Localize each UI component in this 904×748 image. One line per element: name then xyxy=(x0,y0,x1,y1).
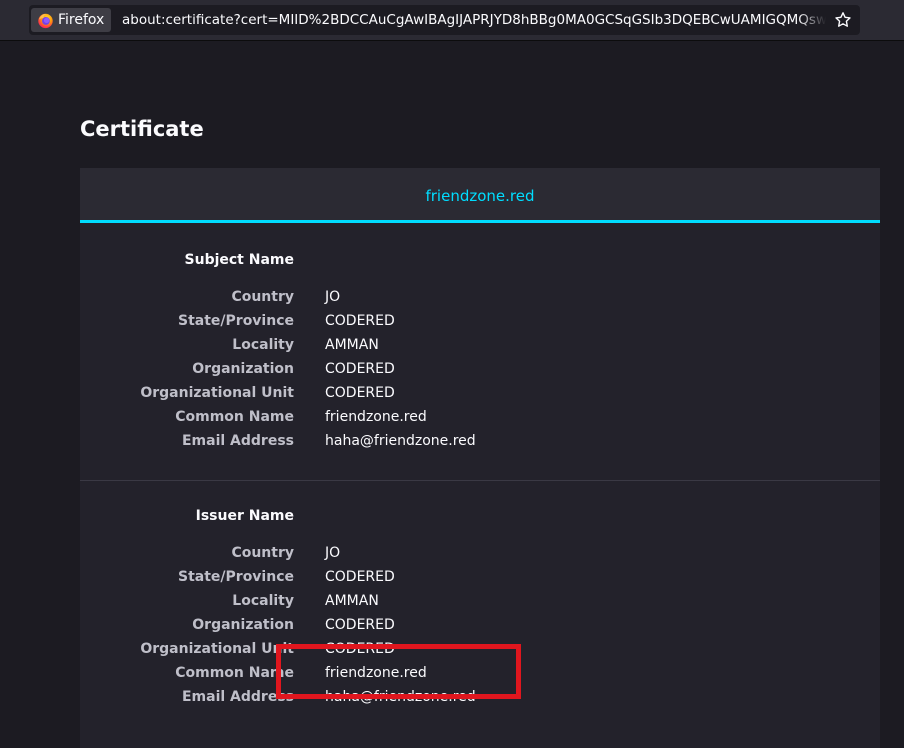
firefox-logo-icon xyxy=(38,13,53,28)
field-value: JO xyxy=(325,545,341,561)
identity-box[interactable]: Firefox xyxy=(31,8,111,32)
field-value: CODERED xyxy=(325,569,395,585)
field-label: Email Address xyxy=(181,433,294,449)
field-label: Organization xyxy=(192,617,294,633)
subject-row-locality: Locality AMMAN xyxy=(80,333,880,357)
field-value: AMMAN xyxy=(325,593,379,609)
field-value: AMMAN xyxy=(325,337,379,353)
subject-name-heading: Subject Name xyxy=(184,252,294,268)
tab-friendzone-red[interactable]: friendzone.red xyxy=(80,168,880,222)
issuer-name-heading: Issuer Name xyxy=(195,508,294,524)
identity-label: Firefox xyxy=(58,12,105,28)
page-title: Certificate xyxy=(80,117,204,141)
field-value: friendzone.red xyxy=(325,409,427,425)
annotation-highlight-box xyxy=(276,644,521,699)
field-label: Locality xyxy=(232,337,294,353)
subject-row-email: Email Address haha@friendzone.red xyxy=(80,429,880,453)
subject-row-organization: Organization CODERED xyxy=(80,357,880,381)
issuer-row-country: Country JO xyxy=(80,541,880,565)
field-label: Email Address xyxy=(181,689,294,705)
field-label: Common Name xyxy=(175,665,294,681)
field-label: Country xyxy=(231,289,294,305)
field-value: haha@friendzone.red xyxy=(325,433,476,449)
field-value: CODERED xyxy=(325,617,395,633)
subject-row-state: State/Province CODERED xyxy=(80,309,880,333)
url-text[interactable]: about:certificate?cert=MIID%2BDCCAuCgAwI… xyxy=(122,11,826,29)
subject-row-country: Country JO xyxy=(80,285,880,309)
star-icon[interactable] xyxy=(834,11,852,29)
field-value: CODERED xyxy=(325,313,395,329)
field-label: Country xyxy=(231,545,294,561)
browser-toolbar: Firefox about:certificate?cert=MIID%2BDC… xyxy=(0,0,904,41)
field-label: Organizational Unit xyxy=(140,385,294,401)
field-label: State/Province xyxy=(178,313,294,329)
section-divider xyxy=(80,480,880,481)
subject-row-organizational-unit: Organizational Unit CODERED xyxy=(80,381,880,405)
selected-tab-indicator xyxy=(80,220,880,223)
field-value: CODERED xyxy=(325,361,395,377)
field-label: Common Name xyxy=(175,409,294,425)
issuer-row-state: State/Province CODERED xyxy=(80,565,880,589)
field-value: JO xyxy=(325,289,341,305)
subject-row-common-name: Common Name friendzone.red xyxy=(80,405,880,429)
issuer-row-organization: Organization CODERED xyxy=(80,613,880,637)
issuer-row-locality: Locality AMMAN xyxy=(80,589,880,613)
field-value: CODERED xyxy=(325,385,395,401)
certificate-tabs: friendzone.red xyxy=(80,168,880,223)
field-label: Organization xyxy=(192,361,294,377)
field-label: Locality xyxy=(232,593,294,609)
field-label: State/Province xyxy=(178,569,294,585)
field-label: Organizational Unit xyxy=(140,641,294,657)
url-bar[interactable]: Firefox about:certificate?cert=MIID%2BDC… xyxy=(29,5,860,35)
